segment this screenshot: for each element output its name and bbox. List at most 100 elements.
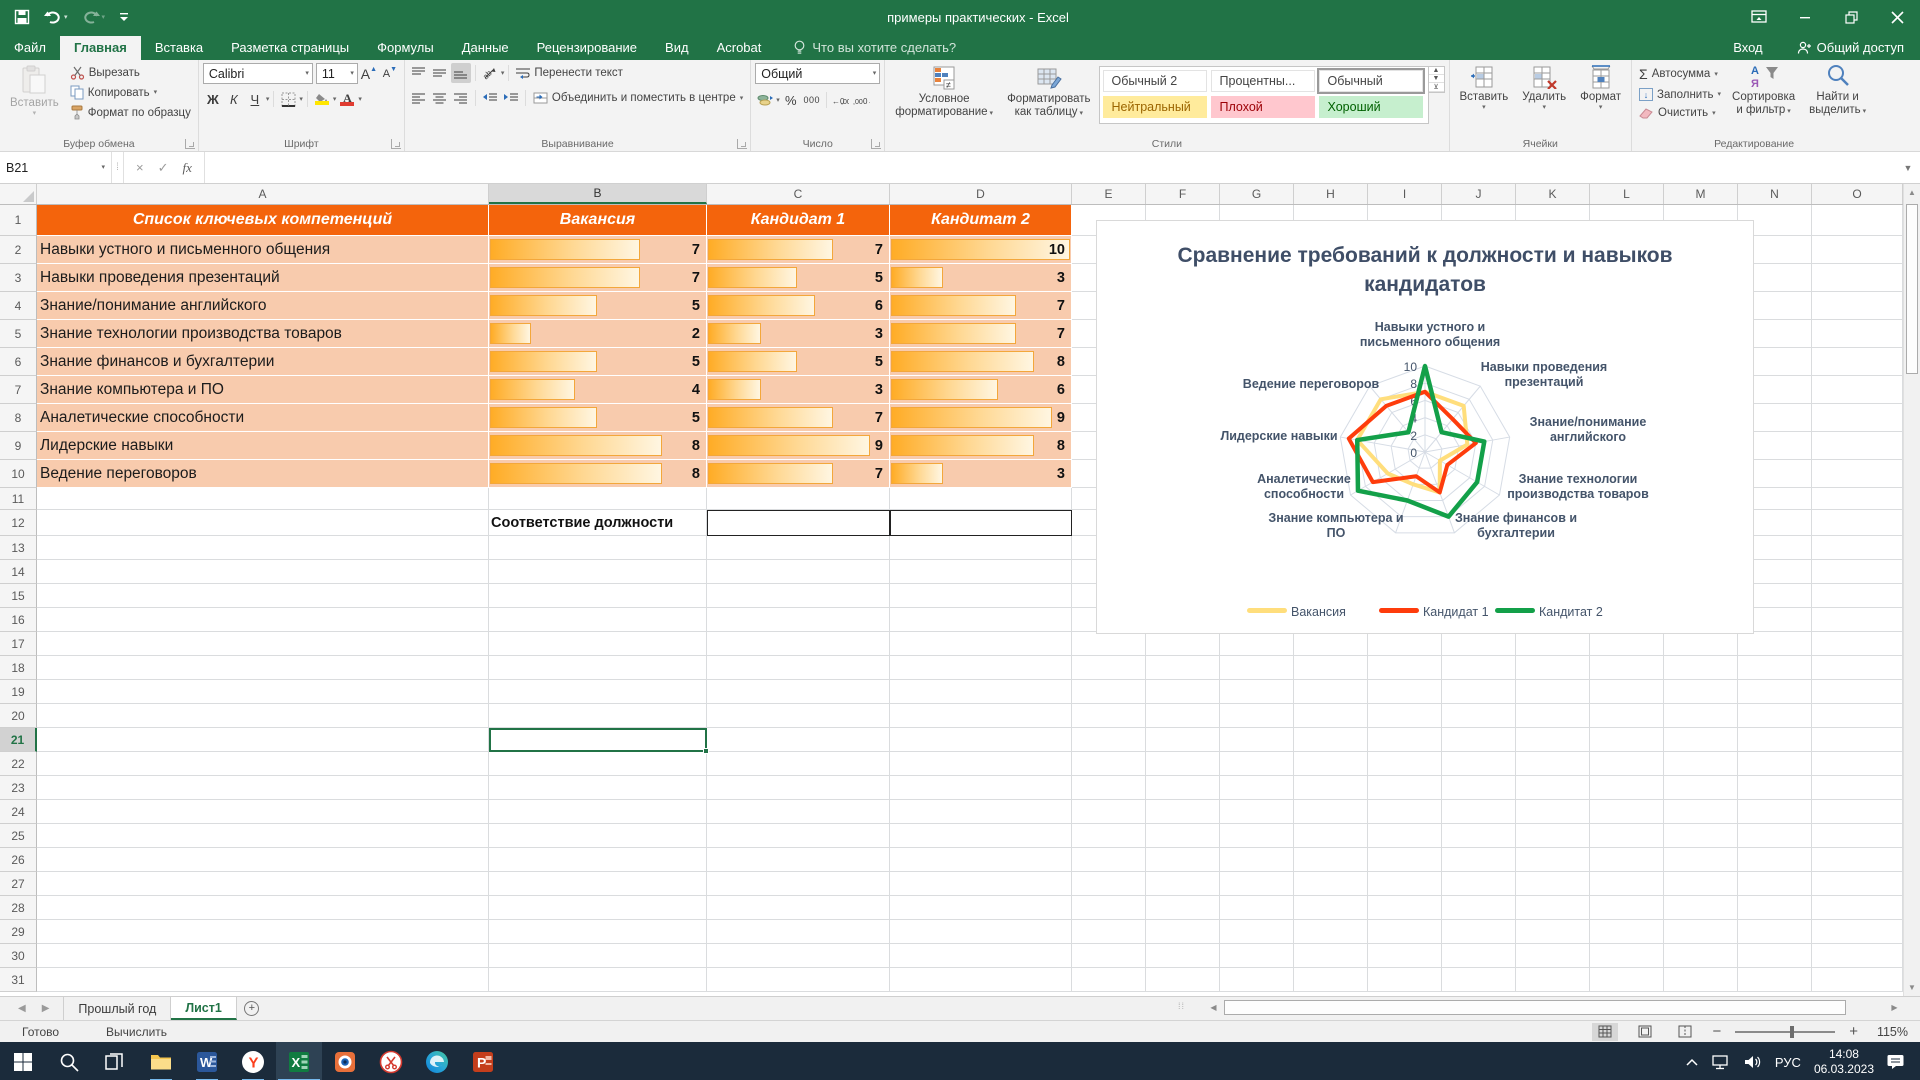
font-name-combo[interactable]: Calibri▾: [203, 63, 313, 84]
cell-C4[interactable]: 6: [707, 292, 890, 320]
cell-A10[interactable]: Ведение переговоров: [37, 460, 489, 488]
cell-style-Хороший[interactable]: Хороший: [1319, 96, 1423, 118]
cell-style-Нейтральный[interactable]: Нейтральный: [1103, 96, 1207, 118]
name-box[interactable]: B21▾: [0, 152, 112, 183]
sheet-nav-right-icon[interactable]: ▶: [42, 1003, 50, 1014]
row-header-15[interactable]: 15: [0, 584, 37, 608]
cell-A13[interactable]: [37, 536, 489, 560]
save-button[interactable]: [14, 9, 30, 25]
cell-A12[interactable]: [37, 510, 489, 536]
cell-E18[interactable]: [1072, 656, 1146, 680]
zoom-slider-thumb[interactable]: [1790, 1026, 1794, 1038]
cell-D15[interactable]: [890, 584, 1072, 608]
cell-L28[interactable]: [1590, 896, 1664, 920]
autosum-button[interactable]: ΣАвтосумма▾: [1636, 65, 1724, 83]
faststone-taskbar-button[interactable]: [322, 1042, 368, 1080]
gallery-up-button[interactable]: ▲: [1429, 67, 1444, 75]
row-header-25[interactable]: 25: [0, 824, 37, 848]
cell-H21[interactable]: [1294, 728, 1368, 752]
comma-style-button[interactable]: 000: [802, 90, 822, 110]
cell-I21[interactable]: [1368, 728, 1442, 752]
cell-D3[interactable]: 3: [890, 264, 1072, 292]
cell-J21[interactable]: [1442, 728, 1516, 752]
cell-B15[interactable]: [489, 584, 707, 608]
clock[interactable]: 14:08 06.03.2023: [1814, 1047, 1874, 1077]
cell-F21[interactable]: [1146, 728, 1220, 752]
ribbon-tab-Вставка[interactable]: Вставка: [141, 36, 217, 60]
cell-I19[interactable]: [1368, 680, 1442, 704]
cell-E22[interactable]: [1072, 752, 1146, 776]
cell-O3[interactable]: [1812, 264, 1903, 292]
cell-D28[interactable]: [890, 896, 1072, 920]
cell-A24[interactable]: [37, 800, 489, 824]
cell-I29[interactable]: [1368, 920, 1442, 944]
cell-style-Обычный 2[interactable]: Обычный 2: [1103, 70, 1207, 92]
cell-C19[interactable]: [707, 680, 890, 704]
cell-C22[interactable]: [707, 752, 890, 776]
cell-A6[interactable]: Знание финансов и бухгалтерии: [37, 348, 489, 376]
cell-K18[interactable]: [1516, 656, 1590, 680]
cell-C31[interactable]: [707, 968, 890, 992]
row-header-3[interactable]: 3: [0, 264, 37, 292]
excel-taskbar-button[interactable]: X: [276, 1042, 322, 1080]
gallery-down-button[interactable]: ▼: [1429, 75, 1444, 83]
fill-color-button[interactable]: [312, 89, 332, 109]
cell-O4[interactable]: [1812, 292, 1903, 320]
cell-F24[interactable]: [1146, 800, 1220, 824]
cell-K21[interactable]: [1516, 728, 1590, 752]
cell-J29[interactable]: [1442, 920, 1516, 944]
cell-C5[interactable]: 3: [707, 320, 890, 348]
cell-A7[interactable]: Знание компьютера и ПО: [37, 376, 489, 404]
row-header-28[interactable]: 28: [0, 896, 37, 920]
tray-chevron-icon[interactable]: [1685, 1057, 1699, 1067]
cell-A11[interactable]: [37, 488, 489, 510]
format-cells-button[interactable]: Формат▾: [1574, 63, 1627, 135]
cell-L27[interactable]: [1590, 872, 1664, 896]
row-header-26[interactable]: 26: [0, 848, 37, 872]
cell-N29[interactable]: [1738, 920, 1812, 944]
align-bottom-button[interactable]: [451, 63, 471, 83]
cell-style-Обычный[interactable]: Обычный: [1319, 70, 1423, 92]
cell-C8[interactable]: 7: [707, 404, 890, 432]
cell-B4[interactable]: 5: [489, 292, 707, 320]
copy-button[interactable]: Копировать▾: [67, 84, 194, 101]
column-header-A[interactable]: A: [37, 184, 489, 204]
cell-N19[interactable]: [1738, 680, 1812, 704]
cell-G23[interactable]: [1220, 776, 1294, 800]
cell-K31[interactable]: [1516, 968, 1590, 992]
cell-B29[interactable]: [489, 920, 707, 944]
undo-button[interactable]: ▾: [44, 10, 68, 24]
cell-F26[interactable]: [1146, 848, 1220, 872]
cell-N26[interactable]: [1738, 848, 1812, 872]
cell-G29[interactable]: [1220, 920, 1294, 944]
cell-K24[interactable]: [1516, 800, 1590, 824]
cell-A3[interactable]: Навыки проведения презентаций: [37, 264, 489, 292]
word-taskbar-button[interactable]: W: [184, 1042, 230, 1080]
cell-M23[interactable]: [1664, 776, 1738, 800]
font-color-button[interactable]: А: [337, 89, 357, 109]
format-as-table-button[interactable]: Форматироватькак таблицу ▾: [1001, 63, 1096, 135]
search-taskbar-button[interactable]: [46, 1042, 92, 1080]
cell-D7[interactable]: 6: [890, 376, 1072, 404]
cell-K23[interactable]: [1516, 776, 1590, 800]
select-all-corner[interactable]: [0, 184, 37, 204]
cell-H30[interactable]: [1294, 944, 1368, 968]
row-header-1[interactable]: 1: [0, 205, 37, 236]
increase-decimal-button[interactable]: ←0,00: [831, 90, 851, 110]
speaker-icon[interactable]: [1744, 1055, 1762, 1069]
cell-N25[interactable]: [1738, 824, 1812, 848]
cell-O16[interactable]: [1812, 608, 1903, 632]
ribbon-tab-Главная[interactable]: Главная: [60, 36, 141, 60]
cell-H20[interactable]: [1294, 704, 1368, 728]
cell-L18[interactable]: [1590, 656, 1664, 680]
cell-O31[interactable]: [1812, 968, 1903, 992]
percent-style-button[interactable]: %: [781, 90, 801, 110]
cell-F20[interactable]: [1146, 704, 1220, 728]
cell-G22[interactable]: [1220, 752, 1294, 776]
snip-taskbar-button[interactable]: [368, 1042, 414, 1080]
cell-K19[interactable]: [1516, 680, 1590, 704]
cell-I28[interactable]: [1368, 896, 1442, 920]
cell-M29[interactable]: [1664, 920, 1738, 944]
cell-B25[interactable]: [489, 824, 707, 848]
cell-H25[interactable]: [1294, 824, 1368, 848]
